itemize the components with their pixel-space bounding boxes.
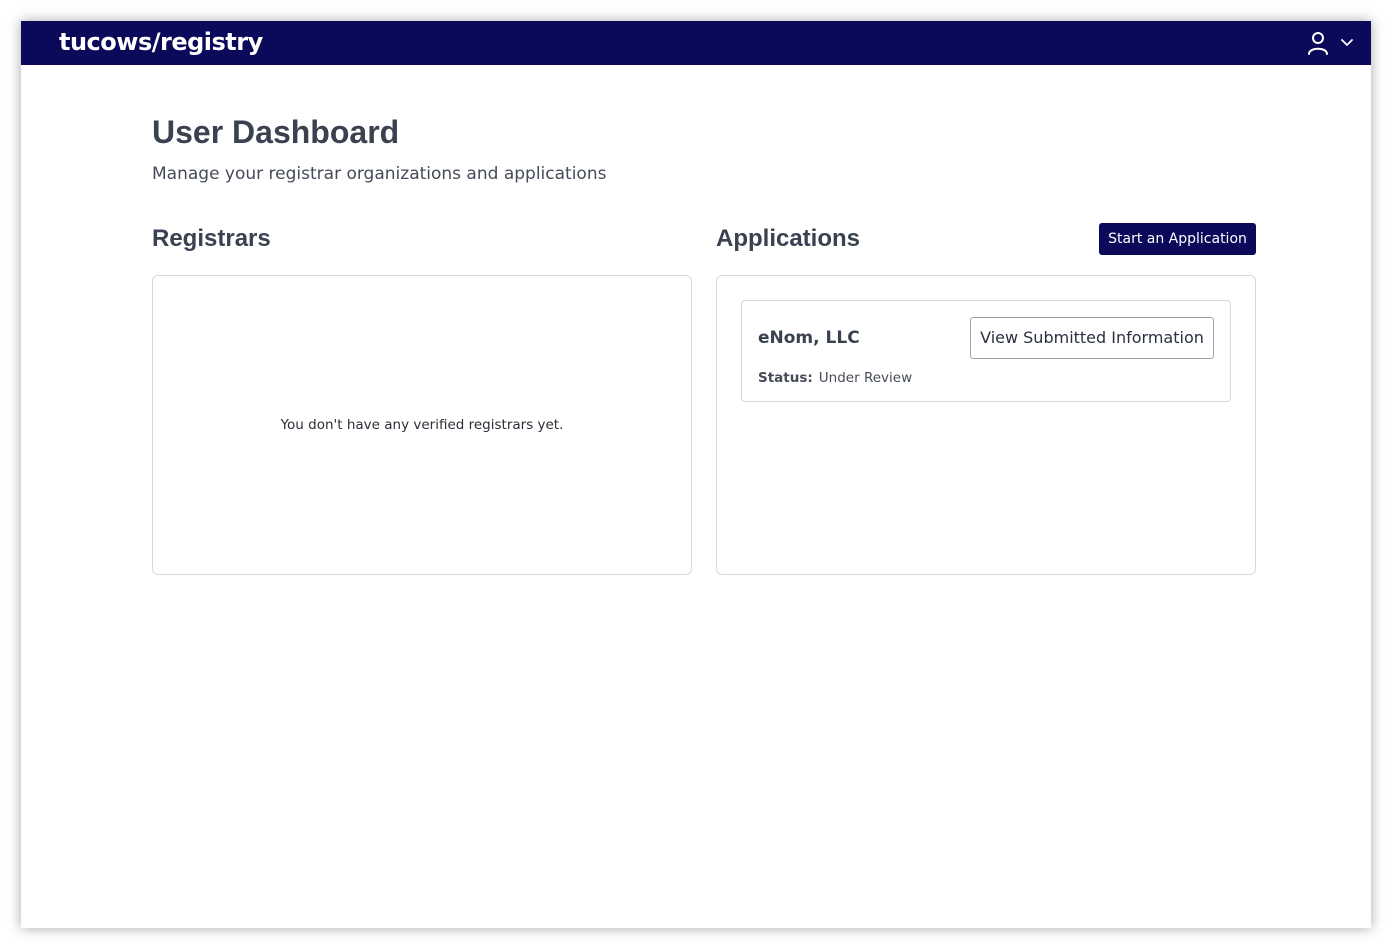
registrars-section-title: Registrars xyxy=(152,225,271,252)
user-icon xyxy=(1307,31,1329,55)
tucows-registry-logo[interactable]: tucows/registry xyxy=(59,27,263,57)
user-menu-button[interactable] xyxy=(1307,30,1353,56)
chevron-down-icon xyxy=(1341,39,1353,47)
application-card: eNom, LLC View Submitted Information Sta… xyxy=(741,300,1231,402)
app-window: tucows/registry User Dashboard Manage yo… xyxy=(21,21,1371,928)
start-application-button[interactable]: Start an Application xyxy=(1099,223,1256,255)
applications-panel: eNom, LLC View Submitted Information Sta… xyxy=(716,275,1256,575)
registrars-empty-message: You don't have any verified registrars y… xyxy=(280,417,564,433)
top-navigation-bar: tucows/registry xyxy=(21,21,1371,65)
applications-section-title: Applications xyxy=(716,225,861,252)
application-status: Status: Under Review xyxy=(758,369,912,387)
registrars-panel: You don't have any verified registrars y… xyxy=(152,275,692,575)
application-name: eNom, LLC xyxy=(758,328,860,348)
view-submitted-information-button[interactable]: View Submitted Information xyxy=(970,317,1214,359)
status-label: Status: xyxy=(758,370,813,386)
status-value: Under Review xyxy=(818,370,913,386)
page-title: User Dashboard xyxy=(152,114,400,150)
page-subtitle: Manage your registrar organizations and … xyxy=(152,164,607,184)
